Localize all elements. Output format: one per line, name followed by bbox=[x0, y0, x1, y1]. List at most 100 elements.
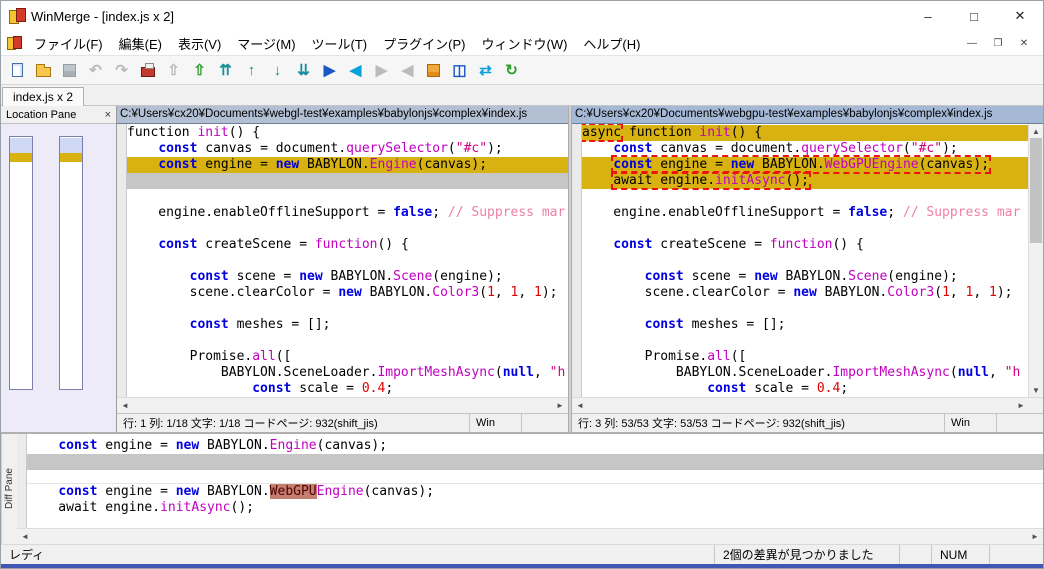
code-line[interactable] bbox=[127, 221, 568, 237]
code-line[interactable]: async function init() { bbox=[582, 124, 1028, 142]
left-file-header[interactable]: C:¥Users¥cx20¥Documents¥webgl-test¥examp… bbox=[117, 106, 568, 124]
copy-left-advance-button[interactable]: ◀ bbox=[395, 58, 420, 83]
last-diff-button[interactable]: ⇊ bbox=[291, 58, 316, 83]
location-pane-close-icon[interactable]: × bbox=[105, 109, 111, 121]
merge-mode-button[interactable] bbox=[135, 58, 160, 83]
code-line[interactable]: const scale = 0.4; bbox=[582, 381, 1028, 397]
right-horizontal-scrollbar[interactable]: ◄ ► bbox=[572, 397, 1029, 413]
code-line[interactable] bbox=[582, 301, 1028, 317]
maximize-button[interactable]: □ bbox=[951, 1, 997, 31]
code-line[interactable]: const engine = new BABYLON.WebGPUEngine(… bbox=[27, 484, 1043, 500]
next-file-button[interactable]: ⇧ bbox=[187, 58, 212, 83]
copy-left-button[interactable]: ◀ bbox=[343, 58, 368, 83]
view-split-button[interactable]: ◫ bbox=[447, 58, 472, 83]
code-line[interactable] bbox=[127, 333, 568, 349]
location-bar-right[interactable] bbox=[59, 136, 83, 390]
save-button[interactable] bbox=[57, 58, 82, 83]
scroll-left-icon[interactable]: ◄ bbox=[572, 398, 588, 413]
location-bar-left[interactable] bbox=[9, 136, 33, 390]
left-code-editor[interactable]: function init() { const canvas = documen… bbox=[127, 124, 568, 397]
code-line[interactable]: const scale = 0.4; bbox=[127, 381, 568, 397]
code-line[interactable]: const createScene = function() { bbox=[582, 237, 1028, 253]
menu-item-7[interactable]: ウィンドウ(W) bbox=[473, 31, 575, 55]
scroll-down-icon[interactable]: ▼ bbox=[1029, 383, 1043, 397]
scroll-right-icon[interactable]: ► bbox=[552, 398, 568, 413]
left-horizontal-scrollbar[interactable]: ◄ ► bbox=[117, 397, 568, 413]
code-line[interactable]: const engine = new BABYLON.Engine(canvas… bbox=[127, 157, 568, 173]
ghost-line[interactable] bbox=[27, 454, 1043, 470]
code-line[interactable]: Promise.all([ bbox=[127, 349, 568, 365]
copy-right-button[interactable]: ▶ bbox=[317, 58, 342, 83]
code-line[interactable]: BABYLON.SceneLoader.ImportMeshAsync(null… bbox=[127, 365, 568, 381]
right-file-header[interactable]: C:¥Users¥cx20¥Documents¥webgpu-test¥exam… bbox=[572, 106, 1043, 124]
code-line[interactable]: const scene = new BABYLON.Scene(engine); bbox=[582, 269, 1028, 285]
diff-pane-code[interactable]: const engine = new BABYLON.Engine(canvas… bbox=[27, 434, 1043, 528]
code-line[interactable]: const createScene = function() { bbox=[127, 237, 568, 253]
code-line[interactable] bbox=[127, 301, 568, 317]
code-line[interactable]: BABYLON.SceneLoader.ImportMeshAsync(null… bbox=[582, 365, 1028, 381]
diff-hscroll-track[interactable] bbox=[33, 529, 1027, 544]
code-line[interactable]: const meshes = []; bbox=[127, 317, 568, 333]
minimize-button[interactable]: – bbox=[905, 1, 951, 31]
menu-item-1[interactable]: ファイル(F) bbox=[26, 31, 111, 55]
code-line[interactable]: await engine.initAsync(); bbox=[582, 171, 1028, 190]
close-button[interactable]: ✕ bbox=[997, 1, 1043, 31]
redo-button[interactable]: ↷ bbox=[109, 58, 134, 83]
menu-item-6[interactable]: プラグイン(P) bbox=[375, 31, 473, 55]
code-line[interactable] bbox=[582, 221, 1028, 237]
scroll-right-icon[interactable]: ► bbox=[1027, 529, 1043, 544]
mdi-restore-button[interactable]: ❐ bbox=[985, 34, 1011, 52]
code-line[interactable] bbox=[582, 333, 1028, 349]
code-line[interactable] bbox=[582, 189, 1028, 205]
menu-item-3[interactable]: 表示(V) bbox=[170, 31, 229, 55]
scroll-left-icon[interactable]: ◄ bbox=[17, 529, 33, 544]
mdi-close-button[interactable]: ✕ bbox=[1011, 34, 1037, 52]
prev-diff-button[interactable]: ↑ bbox=[239, 58, 264, 83]
prev-file-button[interactable]: ⇧ bbox=[161, 58, 186, 83]
auto-merge-button[interactable] bbox=[421, 58, 446, 83]
code-line[interactable]: const canvas = document.querySelector("#… bbox=[582, 141, 1028, 157]
scroll-up-icon[interactable]: ▲ bbox=[1029, 124, 1043, 138]
open-button[interactable] bbox=[31, 58, 56, 83]
code-line[interactable]: Promise.all([ bbox=[582, 349, 1028, 365]
menu-item-4[interactable]: マージ(M) bbox=[229, 31, 303, 55]
menu-item-2[interactable]: 編集(E) bbox=[111, 31, 170, 55]
code-line[interactable]: const canvas = document.querySelector("#… bbox=[127, 141, 568, 157]
menu-item-8[interactable]: ヘルプ(H) bbox=[575, 31, 648, 55]
right-hscroll-track[interactable] bbox=[588, 398, 1013, 413]
code-line[interactable]: engine.enableOfflineSupport = false; // … bbox=[127, 205, 568, 221]
status-num-lock: NUM bbox=[931, 545, 989, 564]
code-token: canvas = document. bbox=[197, 141, 347, 156]
undo-button[interactable]: ↶ bbox=[83, 58, 108, 83]
swap-panes-button[interactable]: ⇄ bbox=[473, 58, 498, 83]
code-line[interactable]: const scene = new BABYLON.Scene(engine); bbox=[127, 269, 568, 285]
scroll-left-icon[interactable]: ◄ bbox=[117, 398, 133, 413]
left-hscroll-track[interactable] bbox=[133, 398, 552, 413]
code-line[interactable]: const meshes = []; bbox=[582, 317, 1028, 333]
mdi-minimize-button[interactable]: — bbox=[959, 34, 985, 52]
first-diff-button[interactable]: ⇈ bbox=[213, 58, 238, 83]
code-line[interactable]: scene.clearColor = new BABYLON.Color3(1,… bbox=[582, 285, 1028, 301]
code-line[interactable]: const engine = new BABYLON.Engine(canvas… bbox=[27, 438, 1043, 454]
right-code-editor[interactable]: async function init() { const canvas = d… bbox=[582, 124, 1028, 397]
scroll-right-icon[interactable]: ► bbox=[1013, 398, 1029, 413]
code-line[interactable]: await engine.initAsync(); bbox=[27, 500, 1043, 516]
ghost-line[interactable] bbox=[127, 173, 568, 189]
tab-indexjs[interactable]: index.js x 2 bbox=[2, 87, 85, 106]
new-button[interactable] bbox=[5, 58, 30, 83]
next-diff-button[interactable]: ↓ bbox=[265, 58, 290, 83]
code-line[interactable] bbox=[127, 253, 568, 269]
copy-right-advance-button[interactable]: ▶ bbox=[369, 58, 394, 83]
vscroll-track[interactable] bbox=[1029, 138, 1043, 383]
vscroll-thumb[interactable] bbox=[1030, 138, 1042, 243]
vertical-scrollbar[interactable]: ▲ ▼ bbox=[1028, 124, 1043, 397]
refresh-button[interactable]: ↻ bbox=[499, 58, 524, 83]
code-line[interactable] bbox=[127, 189, 568, 205]
code-line[interactable]: function init() { bbox=[127, 125, 568, 141]
menu-item-5[interactable]: ツール(T) bbox=[304, 31, 376, 55]
code-line[interactable]: engine.enableOfflineSupport = false; // … bbox=[582, 205, 1028, 221]
code-line[interactable]: const engine = new BABYLON.WebGPUEngine(… bbox=[582, 155, 1028, 174]
diff-horizontal-scrollbar[interactable]: ◄ ► bbox=[17, 528, 1043, 544]
code-line[interactable]: scene.clearColor = new BABYLON.Color3(1,… bbox=[127, 285, 568, 301]
code-line[interactable] bbox=[582, 253, 1028, 269]
